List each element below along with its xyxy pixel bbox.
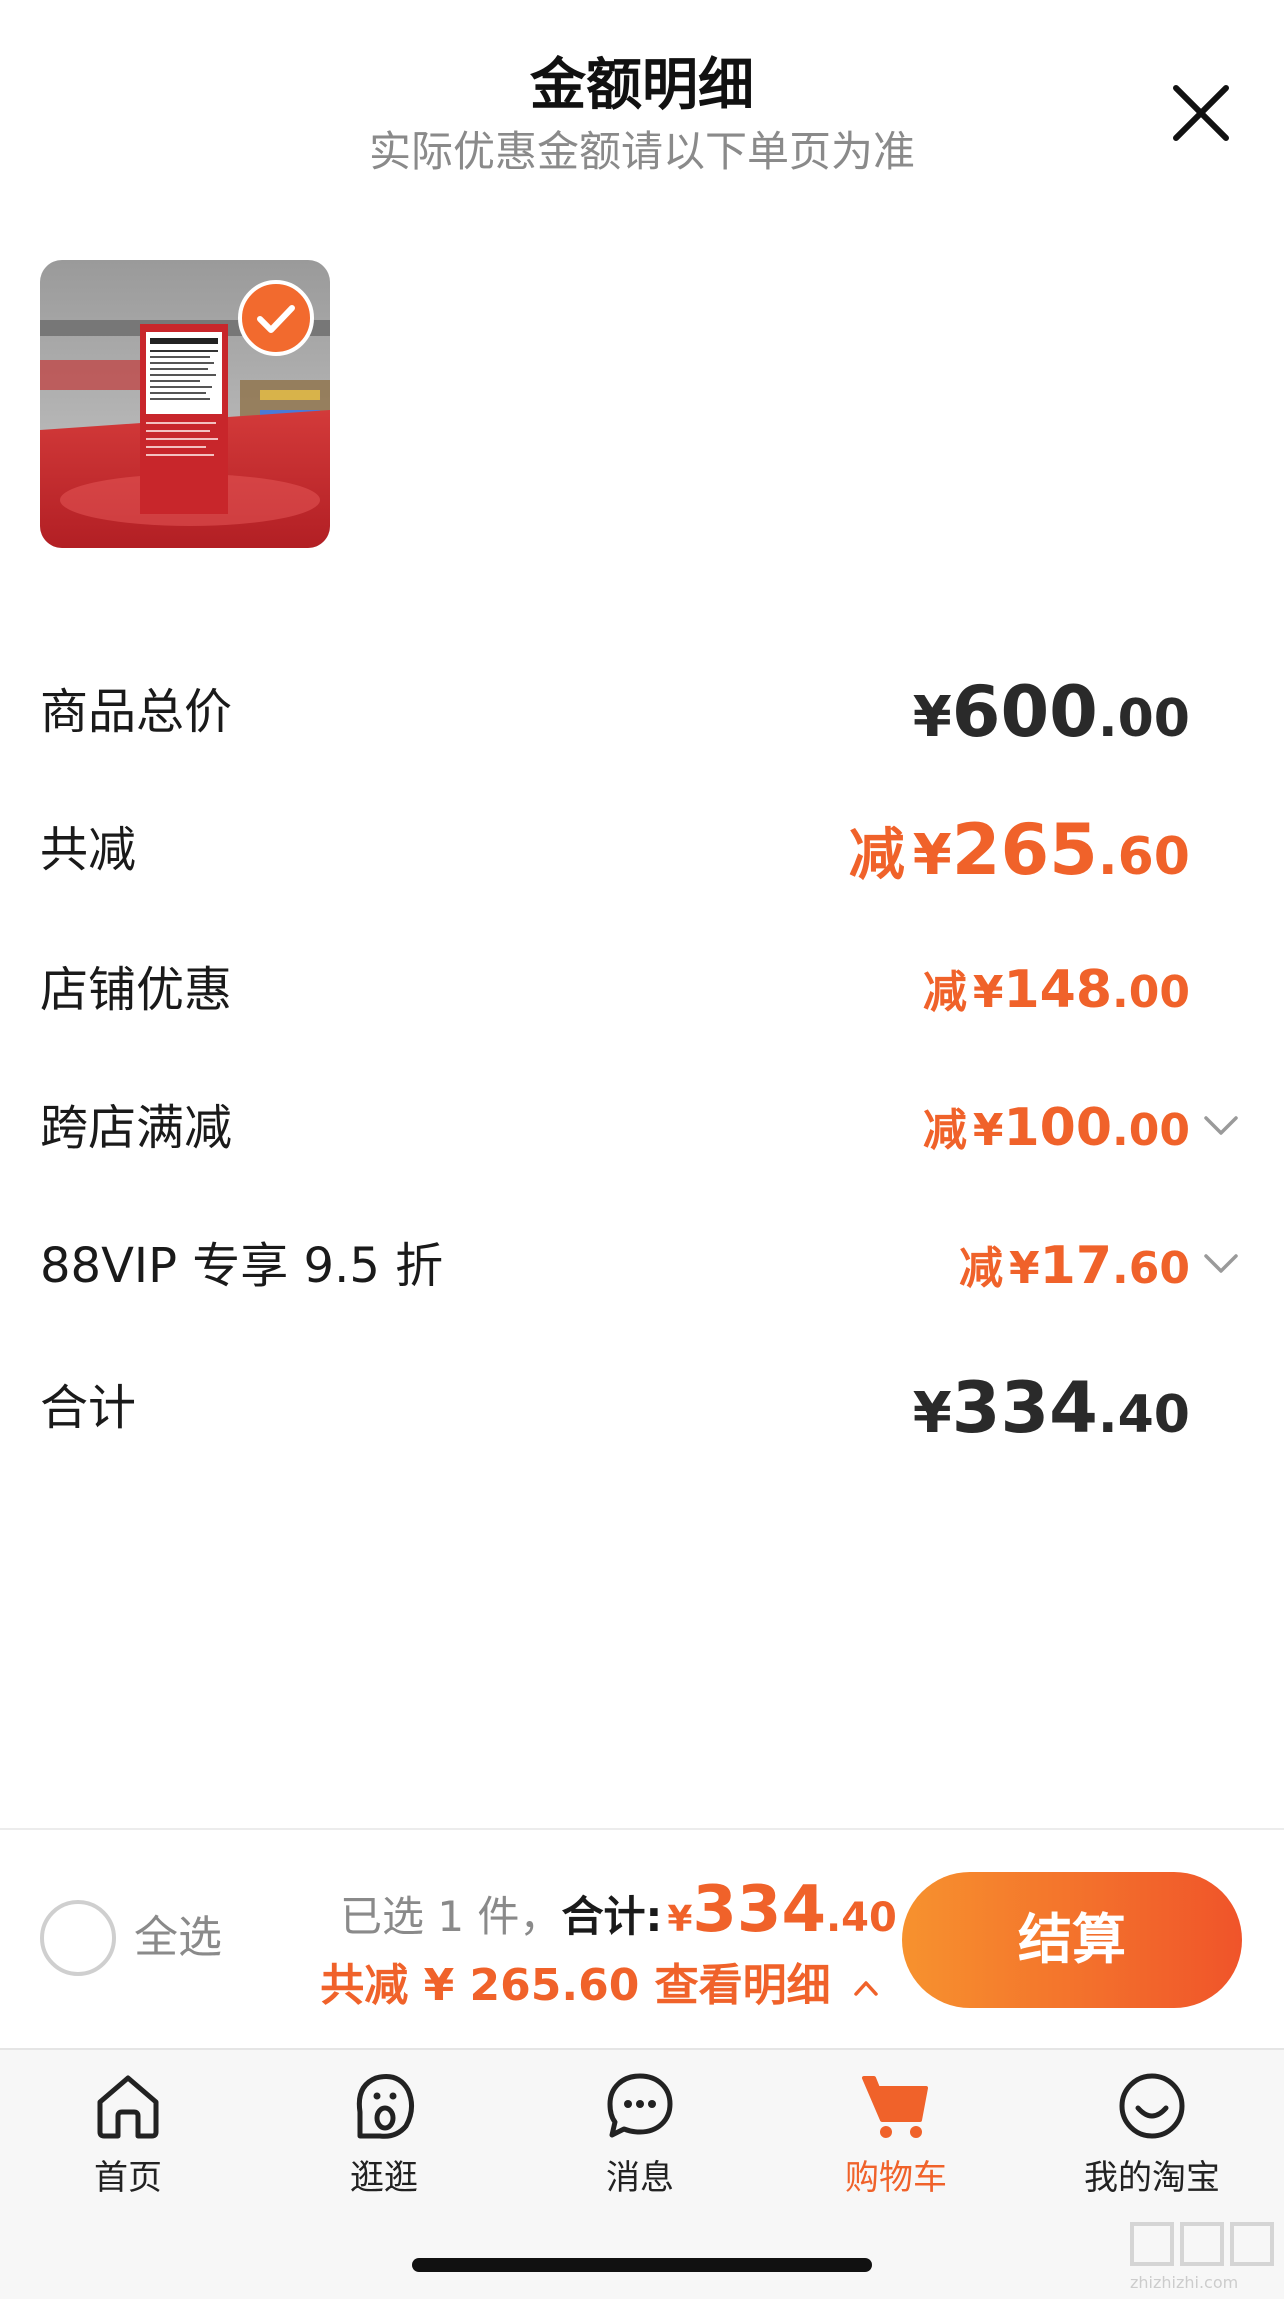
page-subtitle: 实际优惠金额请以下单页为准 [368,127,915,176]
select-all-label[interactable]: 全选 [134,1906,222,1970]
row-label: 88VIP 专享 9.5 折 [40,1238,444,1294]
profile-icon [1119,2073,1185,2139]
currency-symbol: ¥ [972,967,1004,1018]
cart-icon [862,2076,928,2138]
discount-prefix: 减 [922,967,967,1018]
selection-summary: 已选 1 件，合计: ¥334.40 [340,1878,897,1958]
select-all-radio[interactable] [40,1900,116,1976]
row-subtotal: 商品总价 ¥600.00 [40,672,1240,752]
view-details-link[interactable]: 共减 ¥ 265.60 查看明细 [300,1954,880,2018]
tab-label: 逛逛 [350,2158,418,2198]
discount-prefix: 减 [848,823,905,888]
tab-cart[interactable]: 购物车 [768,2068,1024,2218]
amount-decimal: .00 [1097,689,1190,749]
row-total: 合计 ¥334.40 [40,1368,1240,1448]
svg-text:zhizhizhi.com: zhizhizhi.com [1130,2273,1238,2292]
row-label: 店铺优惠 [40,962,233,1018]
amount-decimal: .00 [1112,1105,1190,1156]
total-decimal: .40 [825,1895,897,1941]
selected-check-badge[interactable] [238,280,314,356]
currency-symbol: ¥ [912,685,952,750]
amount-integer: 265 [951,809,1098,891]
currency-symbol: ¥ [667,1899,693,1940]
amount-integer: 17 [1039,1236,1113,1296]
row-amount: 减 ¥17.60 [959,1226,1190,1318]
total-label: 合计: [561,1892,663,1941]
discount-summary: 共减 ¥ 265.60 查看明细 [320,1960,831,2011]
amount-integer: 148 [1003,960,1113,1020]
row-amount: ¥600.00 [913,672,1190,771]
total-integer: 334 [692,1873,826,1947]
amount-decimal: .00 [1112,967,1190,1018]
home-icon [97,2075,159,2139]
chevron-down-icon[interactable] [1202,1112,1240,1140]
tab-label: 购物车 [845,2158,947,2198]
watermark-logo: zhizhizhi.com [1128,2222,1278,2294]
product-thumbnail[interactable] [40,260,330,548]
checkout-button[interactable]: 结算 [902,1872,1242,2008]
close-icon [1173,85,1229,141]
tab-label: 消息 [606,2158,674,2198]
row-amount: 减 ¥100.00 [923,1088,1190,1180]
discount-prefix: 减 [922,1105,967,1156]
row-amount: ¥334.40 [913,1368,1190,1467]
tab-label: 首页 [94,2158,162,2198]
home-indicator[interactable] [412,2258,872,2272]
currency-symbol: ¥ [912,823,952,888]
chevron-up-icon [854,1981,878,1996]
currency-symbol: ¥ [912,1381,952,1446]
row-amount: 减 ¥265.60 [849,810,1190,909]
browse-icon [356,2074,414,2139]
tab-profile[interactable]: 我的淘宝 [1024,2068,1280,2218]
chevron-down-icon[interactable] [1202,1250,1240,1278]
row-label: 跨店满减 [40,1100,233,1156]
tab-home[interactable]: 首页 [0,2068,256,2218]
close-button[interactable] [1168,80,1234,146]
discount-prefix: 减 [959,1243,1004,1294]
sheet-header: 金额明细 实际优惠金额请以下单页为准 [0,0,1284,200]
row-label: 合计 [40,1380,137,1436]
currency-symbol: ¥ [972,1105,1004,1156]
check-icon [257,305,295,333]
message-icon [607,2073,673,2138]
selected-count: 已选 1 件， [340,1892,562,1941]
row-total-discount: 共减 减 ¥265.60 [40,810,1240,890]
tab-messages[interactable]: 消息 [512,2068,768,2218]
tab-label: 我的淘宝 [1084,2158,1220,2198]
row-cross-store-discount[interactable]: 跨店满减 减 ¥100.00 [40,1088,1240,1168]
amount-decimal: .60 [1097,827,1190,887]
amount-integer: 100 [1003,1098,1113,1158]
amount-decimal: .40 [1097,1385,1190,1445]
amount-integer: 600 [951,671,1098,753]
row-vip-discount[interactable]: 88VIP 专享 9.5 折 减 ¥17.60 [40,1226,1240,1306]
amount-integer: 334 [951,1367,1098,1449]
currency-symbol: ¥ [1009,1243,1040,1294]
tab-browse[interactable]: 逛逛 [256,2068,512,2218]
row-label: 共减 [40,822,137,878]
row-store-discount: 店铺优惠 减 ¥148.00 [40,950,1240,1030]
row-amount: 减 ¥148.00 [923,950,1190,1042]
row-label: 商品总价 [40,684,233,740]
amount-decimal: .60 [1112,1243,1190,1294]
page-title: 金额明细 [530,53,754,118]
